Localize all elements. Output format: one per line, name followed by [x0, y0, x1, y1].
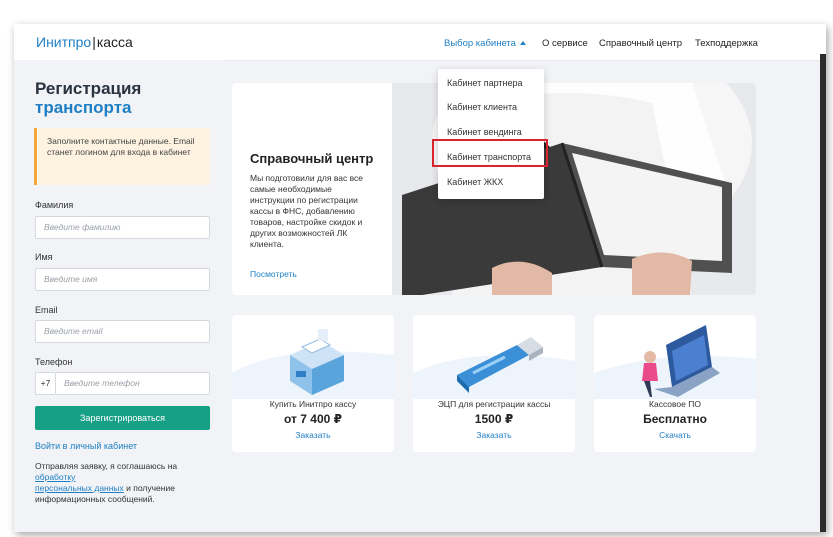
phone-prefix: +7 — [35, 372, 55, 395]
firstname-input[interactable]: Введите имя — [35, 268, 210, 291]
card-caption: Кассовое ПО — [649, 399, 701, 409]
notice-box: Заполните контактные данные. Email стане… — [34, 128, 210, 185]
phone-input[interactable]: Введите телефон — [55, 372, 210, 395]
product-card-ecp: ЭЦП для регистрации кассы 1500 ₽ Заказат… — [413, 315, 575, 452]
card-caption: ЭЦП для регистрации кассы — [437, 399, 551, 409]
cash-register-icon — [232, 329, 394, 399]
help-center-view-link[interactable]: Посмотреть — [250, 269, 297, 279]
nav-help-center[interactable]: Справочный центр — [599, 38, 682, 49]
registration-title: Регистрация — [35, 79, 142, 98]
nav-about[interactable]: О сервисе — [542, 38, 588, 49]
laptop-icon — [594, 325, 756, 399]
firstname-label: Имя — [35, 252, 53, 262]
card-price: Бесплатно — [643, 412, 707, 426]
register-button[interactable]: Зарегистрироваться — [35, 406, 210, 430]
card-price: от 7 400 ₽ — [284, 412, 342, 426]
download-software-link[interactable]: Скачать — [594, 430, 756, 440]
dropdown-item-vending[interactable]: Кабинет вендинга — [447, 127, 522, 137]
nav-support[interactable]: Техподдержка — [695, 38, 758, 49]
logo[interactable]: Инитпро|касса — [36, 34, 133, 50]
consent-link-processing[interactable]: обработку — [35, 472, 75, 482]
product-card-kassa: Купить Инитпро кассу от 7 400 ₽ Заказать — [232, 315, 394, 452]
nav-choose-cabinet[interactable]: Выбор кабинета — [444, 38, 526, 49]
login-link[interactable]: Войти в личный кабинет — [35, 441, 137, 451]
registration-title-accent: транспорта — [35, 98, 132, 117]
product-card-software: Кассовое ПО Бесплатно Скачать — [594, 315, 756, 452]
dropdown-item-partner[interactable]: Кабинет партнера — [447, 78, 523, 88]
order-kassa-link[interactable]: Заказать — [232, 430, 394, 440]
dropdown-item-client[interactable]: Кабинет клиента — [447, 102, 517, 112]
logo-product: касса — [96, 34, 133, 50]
caret-up-icon — [519, 41, 526, 45]
order-ecp-link[interactable]: Заказать — [413, 430, 575, 440]
highlight-box — [432, 139, 548, 167]
nav-choose-cabinet-label: Выбор кабинета — [444, 38, 516, 49]
usb-token-icon — [413, 337, 575, 399]
consent-prefix: Отправляя заявку, я соглашаюсь на — [35, 461, 178, 471]
top-navbar: Инитпро|касса Выбор кабинета О сервисе С… — [14, 24, 826, 61]
consent-text: Отправляя заявку, я соглашаюсь на обрабо… — [35, 461, 215, 505]
email-input[interactable]: Введите email — [35, 320, 210, 343]
phone-label: Телефон — [35, 357, 73, 367]
lastname-input[interactable]: Введите фамилию — [35, 216, 210, 239]
email-label: Email — [35, 305, 58, 315]
help-center-text: Мы подготовили для вас все самые необход… — [250, 173, 364, 249]
dropdown-item-housing[interactable]: Кабинет ЖКХ — [447, 177, 503, 187]
logo-separator: | — [92, 34, 96, 50]
card-caption: Купить Инитпро кассу — [269, 399, 357, 409]
logo-brand: Инитпро — [36, 34, 92, 50]
cabinet-dropdown-menu: Кабинет партнера Кабинет клиента Кабинет… — [438, 69, 544, 199]
lastname-label: Фамилия — [35, 200, 74, 210]
help-center-title: Справочный центр — [250, 151, 374, 166]
frame-edge — [820, 54, 826, 532]
card-price: 1500 ₽ — [474, 412, 514, 426]
consent-link-personal-data[interactable]: персональных данных — [35, 483, 124, 493]
browser-frame: Инитпро|касса Выбор кабинета О сервисе С… — [14, 24, 826, 532]
